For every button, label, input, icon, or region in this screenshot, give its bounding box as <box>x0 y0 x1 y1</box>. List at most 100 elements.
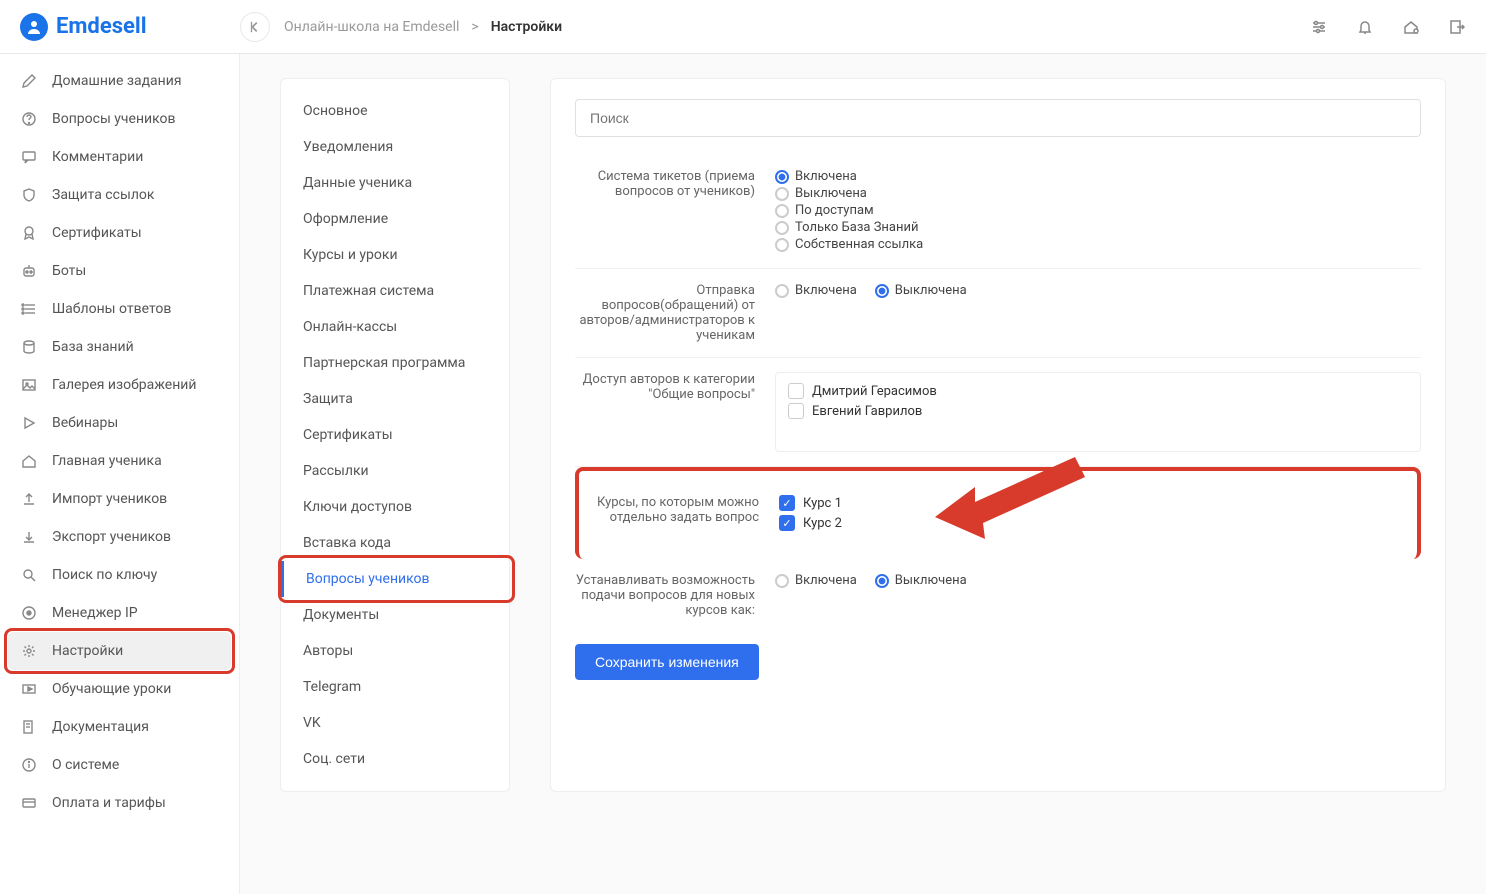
subnav-item-6[interactable]: Онлайн-кассы <box>281 309 509 345</box>
shield-icon <box>20 186 38 204</box>
radio-label: По доступам <box>795 203 874 218</box>
sidebar-item-14[interactable]: Менеджер IP <box>0 594 239 632</box>
subnav-item-11[interactable]: Ключи доступов <box>281 489 509 525</box>
chat-icon <box>20 148 38 166</box>
sidebar-item-11[interactable]: Импорт учеников <box>0 480 239 518</box>
subnav-item-10[interactable]: Рассылки <box>281 453 509 489</box>
subnav-item-15[interactable]: Авторы <box>281 633 509 669</box>
sidebar-item-13[interactable]: Поиск по ключу <box>0 556 239 594</box>
back-button[interactable] <box>240 12 270 42</box>
sidebar-item-8[interactable]: Галерея изображений <box>0 366 239 404</box>
doc-icon <box>20 718 38 736</box>
checkbox-option[interactable]: Дмитрий Герасимов <box>788 383 1408 399</box>
list-icon <box>20 300 38 318</box>
sidebar-item-18[interactable]: О системе <box>0 746 239 784</box>
sidebar-item-9[interactable]: Вебинары <box>0 404 239 442</box>
image-icon <box>20 376 38 394</box>
row-send: Отправка вопросов(обращений) от авторов/… <box>575 269 1421 358</box>
sidebar-item-2[interactable]: Комментарии <box>0 138 239 176</box>
radio-option[interactable]: Включена <box>775 573 857 588</box>
label-newcourses: Устанавливать возможность подачи вопросо… <box>575 573 775 618</box>
checkbox-option[interactable]: Евгений Гаврилов <box>788 403 1408 419</box>
sidebar-label: Поиск по ключу <box>52 567 157 583</box>
gear-icon <box>20 642 38 660</box>
subnav-item-7[interactable]: Партнерская программа <box>281 345 509 381</box>
subnav-item-18[interactable]: Соц. сети <box>281 741 509 777</box>
card-icon <box>20 794 38 812</box>
sidebar-item-1[interactable]: Вопросы учеников <box>0 100 239 138</box>
sidebar-label: Документация <box>52 719 149 735</box>
sidebar-item-6[interactable]: Шаблоны ответов <box>0 290 239 328</box>
save-button[interactable]: Сохранить изменения <box>575 644 759 680</box>
subnav-item-0[interactable]: Основное <box>281 93 509 129</box>
subnav-item-8[interactable]: Защита <box>281 381 509 417</box>
radio-option[interactable]: По доступам <box>775 203 1421 218</box>
radio-option[interactable]: Включена <box>775 283 857 298</box>
breadcrumb: Онлайн-школа на Emdesell > Настройки <box>284 19 562 35</box>
sidebar-label: Главная ученика <box>52 453 162 469</box>
radio-option[interactable]: Собственная ссылка <box>775 237 1421 252</box>
radio-option[interactable]: Включена <box>775 169 1421 184</box>
radio-label: Собственная ссылка <box>795 237 923 252</box>
sidebar-item-0[interactable]: Домашние задания <box>0 62 239 100</box>
sidebar-item-19[interactable]: Оплата и тарифы <box>0 784 239 822</box>
sidebar: Домашние задания Вопросы учеников Коммента… <box>0 54 240 894</box>
label-tickets: Система тикетов (приема вопросов от учен… <box>575 169 775 254</box>
sidebar-item-7[interactable]: База знаний <box>0 328 239 366</box>
subnav-item-14[interactable]: Документы <box>281 597 509 633</box>
checkbox-option[interactable]: ✓Курс 1 <box>779 495 1417 511</box>
subnav-item-1[interactable]: Уведомления <box>281 129 509 165</box>
sidebar-item-4[interactable]: Сертификаты <box>0 214 239 252</box>
db-icon <box>20 338 38 356</box>
sidebar-label: Сертификаты <box>52 225 142 241</box>
subnav-item-12[interactable]: Вставка кода <box>281 525 509 561</box>
video-icon <box>20 680 38 698</box>
download-icon <box>20 528 38 546</box>
subnav-item-2[interactable]: Данные ученика <box>281 165 509 201</box>
subnav-item-9[interactable]: Сертификаты <box>281 417 509 453</box>
subnav-item-4[interactable]: Курсы и уроки <box>281 237 509 273</box>
label-send: Отправка вопросов(обращений) от авторов/… <box>575 283 775 343</box>
radio-option[interactable]: Выключена <box>775 186 1421 201</box>
subnav-item-17[interactable]: VK <box>281 705 509 741</box>
sidebar-item-15[interactable]: Настройки <box>8 632 231 670</box>
radio-icon <box>775 187 789 201</box>
search-input[interactable] <box>575 99 1421 137</box>
settings-subnav: ОсновноеУведомленияДанные ученикаОформле… <box>280 78 510 792</box>
checkbox-label: Курс 2 <box>803 516 842 531</box>
sidebar-label: Обучающие уроки <box>52 681 171 697</box>
sliders-icon[interactable] <box>1310 18 1328 36</box>
sidebar-item-16[interactable]: Обучающие уроки <box>0 670 239 708</box>
sidebar-label: Шаблоны ответов <box>52 301 171 317</box>
sidebar-item-17[interactable]: Документация <box>0 708 239 746</box>
subnav-item-16[interactable]: Telegram <box>281 669 509 705</box>
row-tickets: Система тикетов (приема вопросов от учен… <box>575 155 1421 269</box>
logo-icon <box>20 13 48 41</box>
bell-icon[interactable] <box>1356 18 1374 36</box>
sidebar-item-5[interactable]: Боты <box>0 252 239 290</box>
sidebar-item-10[interactable]: Главная ученика <box>0 442 239 480</box>
subnav-item-3[interactable]: Оформление <box>281 201 509 237</box>
checkbox-option[interactable]: ✓Курс 2 <box>779 515 1417 531</box>
subnav-item-5[interactable]: Платежная система <box>281 273 509 309</box>
subnav-item-13[interactable]: Вопросы учеников <box>281 561 509 597</box>
settings-panel: Система тикетов (приема вопросов от учен… <box>550 78 1446 792</box>
sidebar-item-3[interactable]: Защита ссылок <box>0 176 239 214</box>
radio-option[interactable]: Выключена <box>875 283 967 298</box>
sidebar-label: Вопросы учеников <box>52 111 176 127</box>
exit-icon[interactable] <box>1448 18 1466 36</box>
annotation-arrow <box>935 447 1095 557</box>
home-icon[interactable] <box>1402 18 1420 36</box>
search-icon <box>20 566 38 584</box>
radio-icon <box>875 574 889 588</box>
radio-label: Только База Знаний <box>795 220 919 235</box>
sidebar-label: Оплата и тарифы <box>52 795 166 811</box>
pencil-icon <box>20 72 38 90</box>
radio-option[interactable]: Только База Знаний <box>775 220 1421 235</box>
sidebar-item-12[interactable]: Экспорт учеников <box>0 518 239 556</box>
breadcrumb-root[interactable]: Онлайн-школа на Emdesell <box>284 19 459 35</box>
radio-label: Выключена <box>895 573 967 588</box>
sidebar-label: О системе <box>52 757 119 773</box>
radio-option[interactable]: Выключена <box>875 573 967 588</box>
ip-icon <box>20 604 38 622</box>
